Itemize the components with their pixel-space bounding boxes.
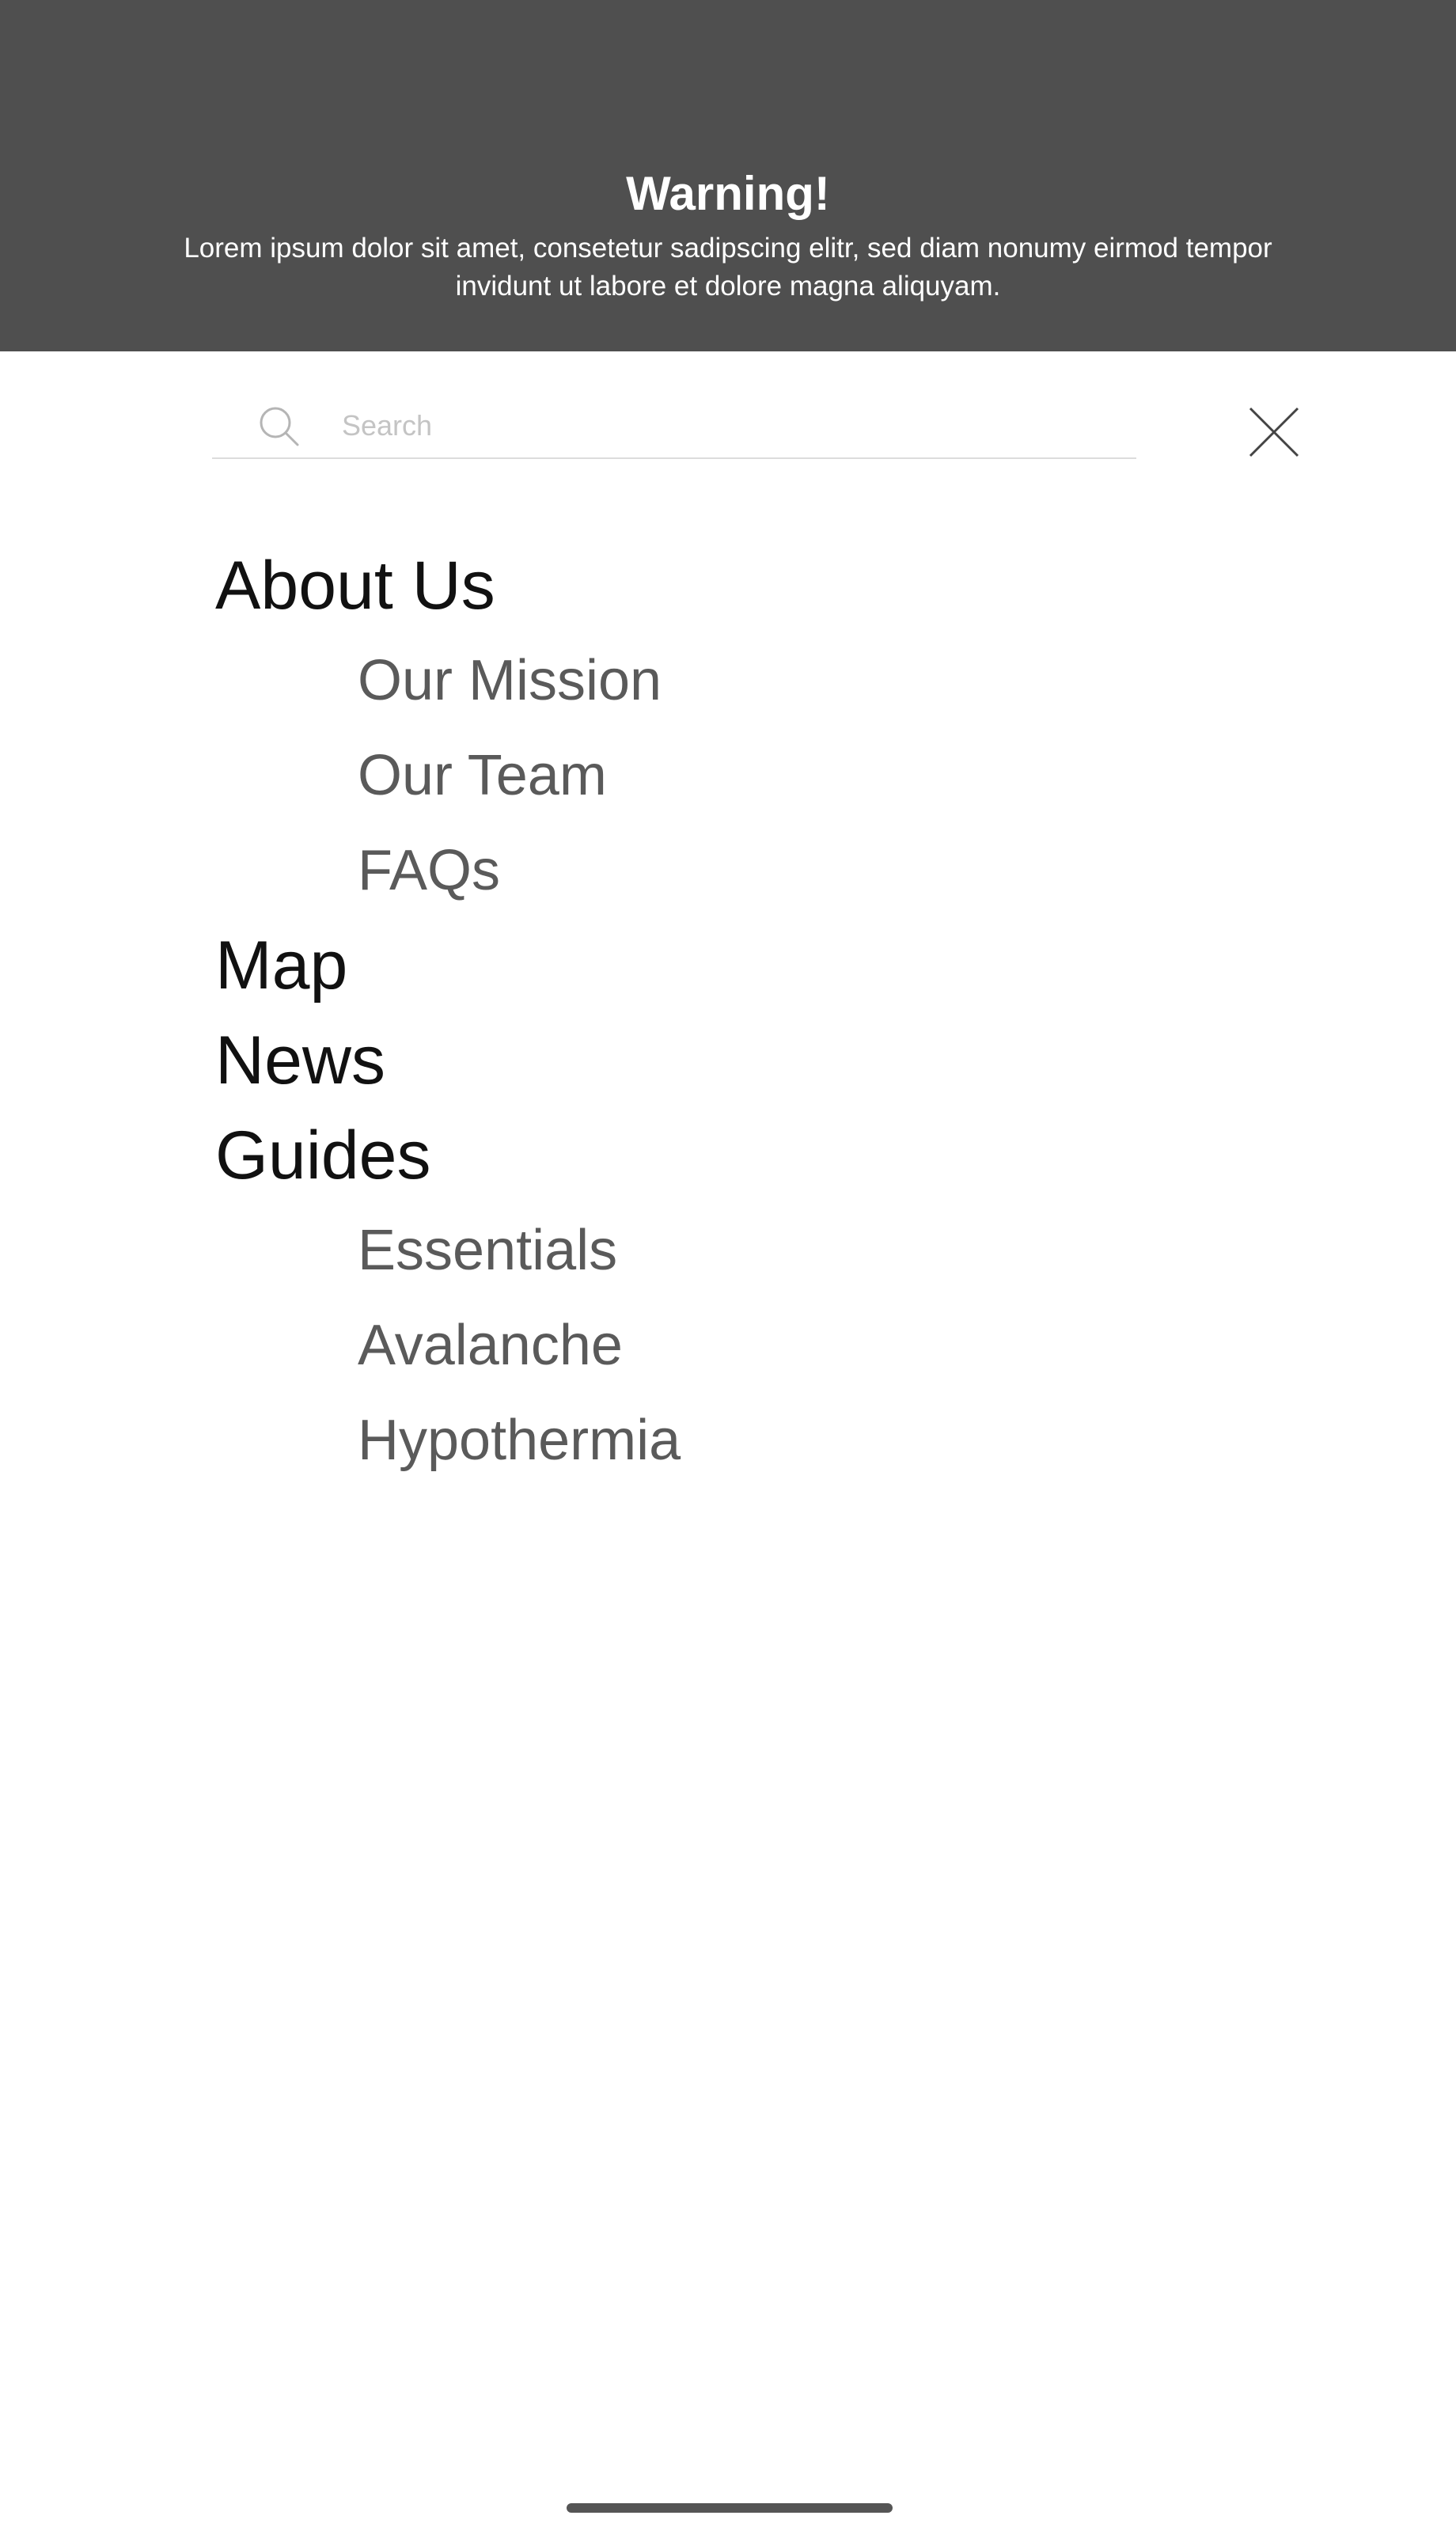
nav-subitem-essentials[interactable]: Essentials [358,1203,681,1298]
about-submenu: Our Mission Our Team FAQs [215,633,681,918]
nav-item-guides[interactable]: Guides [215,1108,681,1203]
home-indicator[interactable] [567,2503,893,2513]
nav-item-about-us[interactable]: About Us [215,538,681,633]
nav-item-map[interactable]: Map [215,918,681,1013]
navigation-menu: About Us Our Mission Our Team FAQs Map N… [215,538,681,1488]
nav-section-news: News [215,1013,681,1108]
nav-item-news[interactable]: News [215,1013,681,1108]
warning-message: Lorem ipsum dolor sit amet, consetetur s… [184,233,1272,302]
nav-section-about: About Us Our Mission Our Team FAQs [215,538,681,918]
warning-title: Warning! [626,167,830,220]
warning-banner: Warning! Lorem ipsum dolor sit amet, con… [0,0,1456,351]
menu-screen: Warning! Lorem ipsum dolor sit amet, con… [0,0,1456,2542]
search-input[interactable] [342,405,1117,446]
nav-section-guides: Guides Essentials Avalanche Hypothermia [215,1108,681,1488]
search-bar[interactable] [212,396,1136,459]
close-icon [1244,407,1304,465]
nav-subitem-faqs[interactable]: FAQs [358,823,681,918]
nav-section-map: Map [215,918,681,1013]
nav-subitem-our-mission[interactable]: Our Mission [358,633,681,728]
search-icon [256,404,304,451]
nav-subitem-avalanche[interactable]: Avalanche [358,1298,681,1393]
close-button[interactable] [1244,402,1304,462]
nav-subitem-our-team[interactable]: Our Team [358,728,681,823]
nav-subitem-hypothermia[interactable]: Hypothermia [358,1393,681,1488]
guides-submenu: Essentials Avalanche Hypothermia [215,1203,681,1488]
